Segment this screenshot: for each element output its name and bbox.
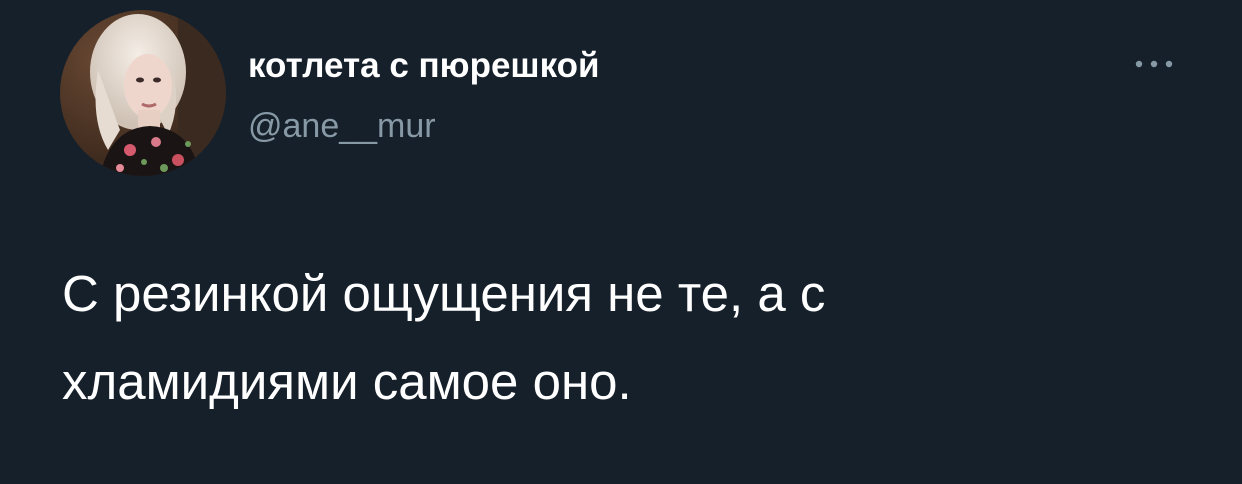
avatar[interactable] <box>60 10 226 176</box>
more-horizontal-icon <box>1135 60 1173 68</box>
avatar-photo <box>60 10 226 176</box>
more-options-button[interactable] <box>1122 46 1186 82</box>
tweet-text-line: С резинкой ощущения не те, а с <box>62 265 826 322</box>
display-name[interactable]: котлета с пюрешкой <box>248 44 600 88</box>
user-handle[interactable]: @ane__mur <box>248 104 436 148</box>
tweet-text: С резинкой ощущения не те, а с хламидиям… <box>62 250 1202 426</box>
tweet-text-line: хламидиями самое оно. <box>62 353 632 410</box>
tweet-card: котлета с пюрешкой @ane__mur С резинкой … <box>0 0 1242 484</box>
